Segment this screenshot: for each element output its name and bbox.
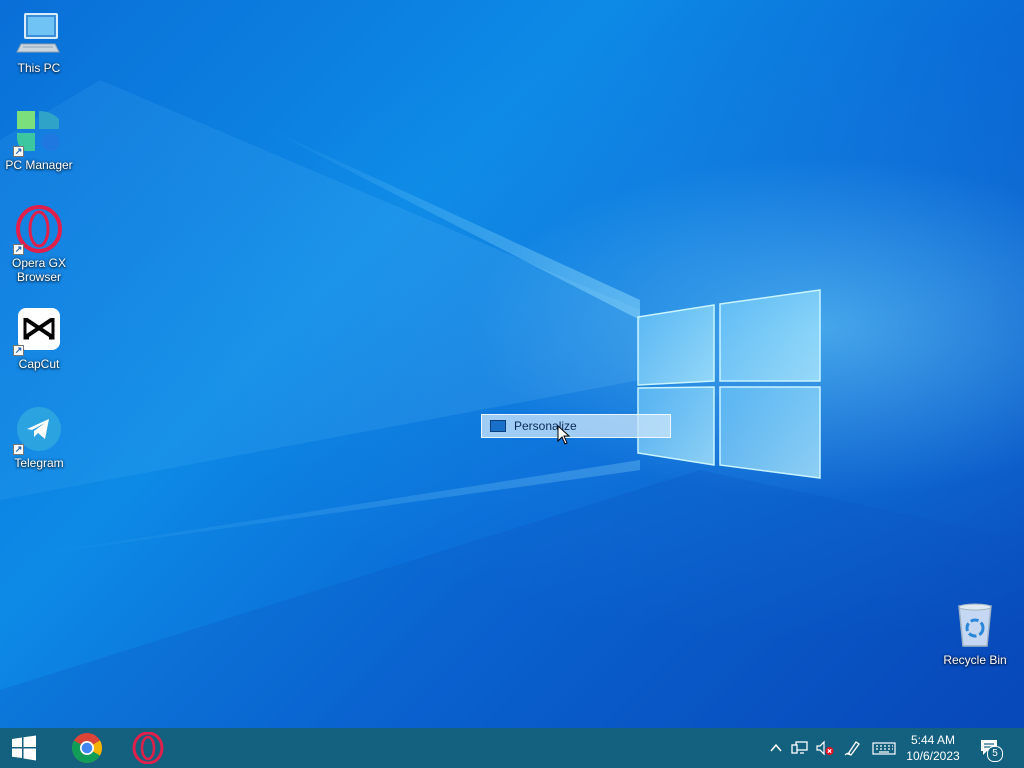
desktop-icon-label: Telegram	[14, 456, 64, 470]
personalize-icon	[490, 420, 506, 432]
shortcut-arrow-icon: ↗	[13, 345, 24, 356]
desktop-icon-label: This PC	[17, 61, 61, 75]
pen-workspace-icon[interactable]	[844, 740, 862, 756]
clock-date: 10/6/2023	[906, 749, 960, 763]
pc-manager-icon: ↗	[13, 107, 63, 157]
desktop-icon-telegram[interactable]: ↗ Telegram	[1, 405, 77, 470]
notification-count-badge: 5	[987, 746, 1003, 762]
desktop-icon-capcut[interactable]: ↗ CapCut	[1, 306, 77, 371]
touch-keyboard-icon[interactable]	[872, 740, 896, 756]
windows-start-icon	[12, 735, 36, 761]
capcut-icon: ↗	[13, 306, 63, 356]
show-hidden-icons-chevron-icon[interactable]	[767, 740, 785, 756]
shortcut-arrow-icon: ↗	[13, 244, 24, 255]
taskbar-opera-button[interactable]	[125, 728, 171, 768]
this-pc-icon	[15, 10, 63, 58]
opera-icon	[132, 732, 164, 764]
desktop-icon-recycle-bin[interactable]: Recycle Bin	[937, 602, 1013, 667]
mouse-cursor-icon	[557, 425, 571, 445]
volume-muted-icon[interactable]	[815, 740, 834, 756]
start-button[interactable]	[0, 728, 48, 768]
shortcut-arrow-icon: ↗	[13, 146, 24, 157]
desktop[interactable]: This PC ↗ PC Manager ↗ Opera GX Browser	[0, 0, 1024, 728]
desktop-icon-label: PC Manager	[5, 158, 73, 172]
telegram-icon: ↗	[13, 405, 63, 455]
desktop-icon-label: CapCut	[18, 357, 60, 371]
taskbar-chrome-button[interactable]	[64, 728, 110, 768]
desktop-icon-label: Recycle Bin	[943, 653, 1007, 667]
clock-time: 5:44 AM	[910, 733, 956, 747]
desktop-icon-label: Opera GX Browser	[11, 256, 67, 284]
context-menu-item-personalize[interactable]: Personalize	[481, 414, 671, 438]
clock[interactable]: 5:44 AM 10/6/2023	[902, 728, 964, 768]
taskbar: 5:44 AM 10/6/2023 5	[0, 728, 1024, 768]
opera-gx-icon: ↗	[13, 205, 63, 255]
wallpaper-light-beams	[0, 80, 1024, 728]
recycle-bin-icon	[951, 602, 999, 650]
action-center-button[interactable]: 5	[972, 728, 1008, 768]
desktop-icon-pc-manager[interactable]: ↗ PC Manager	[1, 107, 77, 172]
network-icon[interactable]	[791, 740, 809, 756]
shortcut-arrow-icon: ↗	[13, 444, 24, 455]
chrome-icon	[71, 733, 103, 764]
desktop-icon-this-pc[interactable]: This PC	[1, 10, 77, 75]
desktop-icon-opera-gx[interactable]: ↗ Opera GX Browser	[1, 205, 77, 284]
windows-logo-wallpaper	[637, 289, 821, 479]
